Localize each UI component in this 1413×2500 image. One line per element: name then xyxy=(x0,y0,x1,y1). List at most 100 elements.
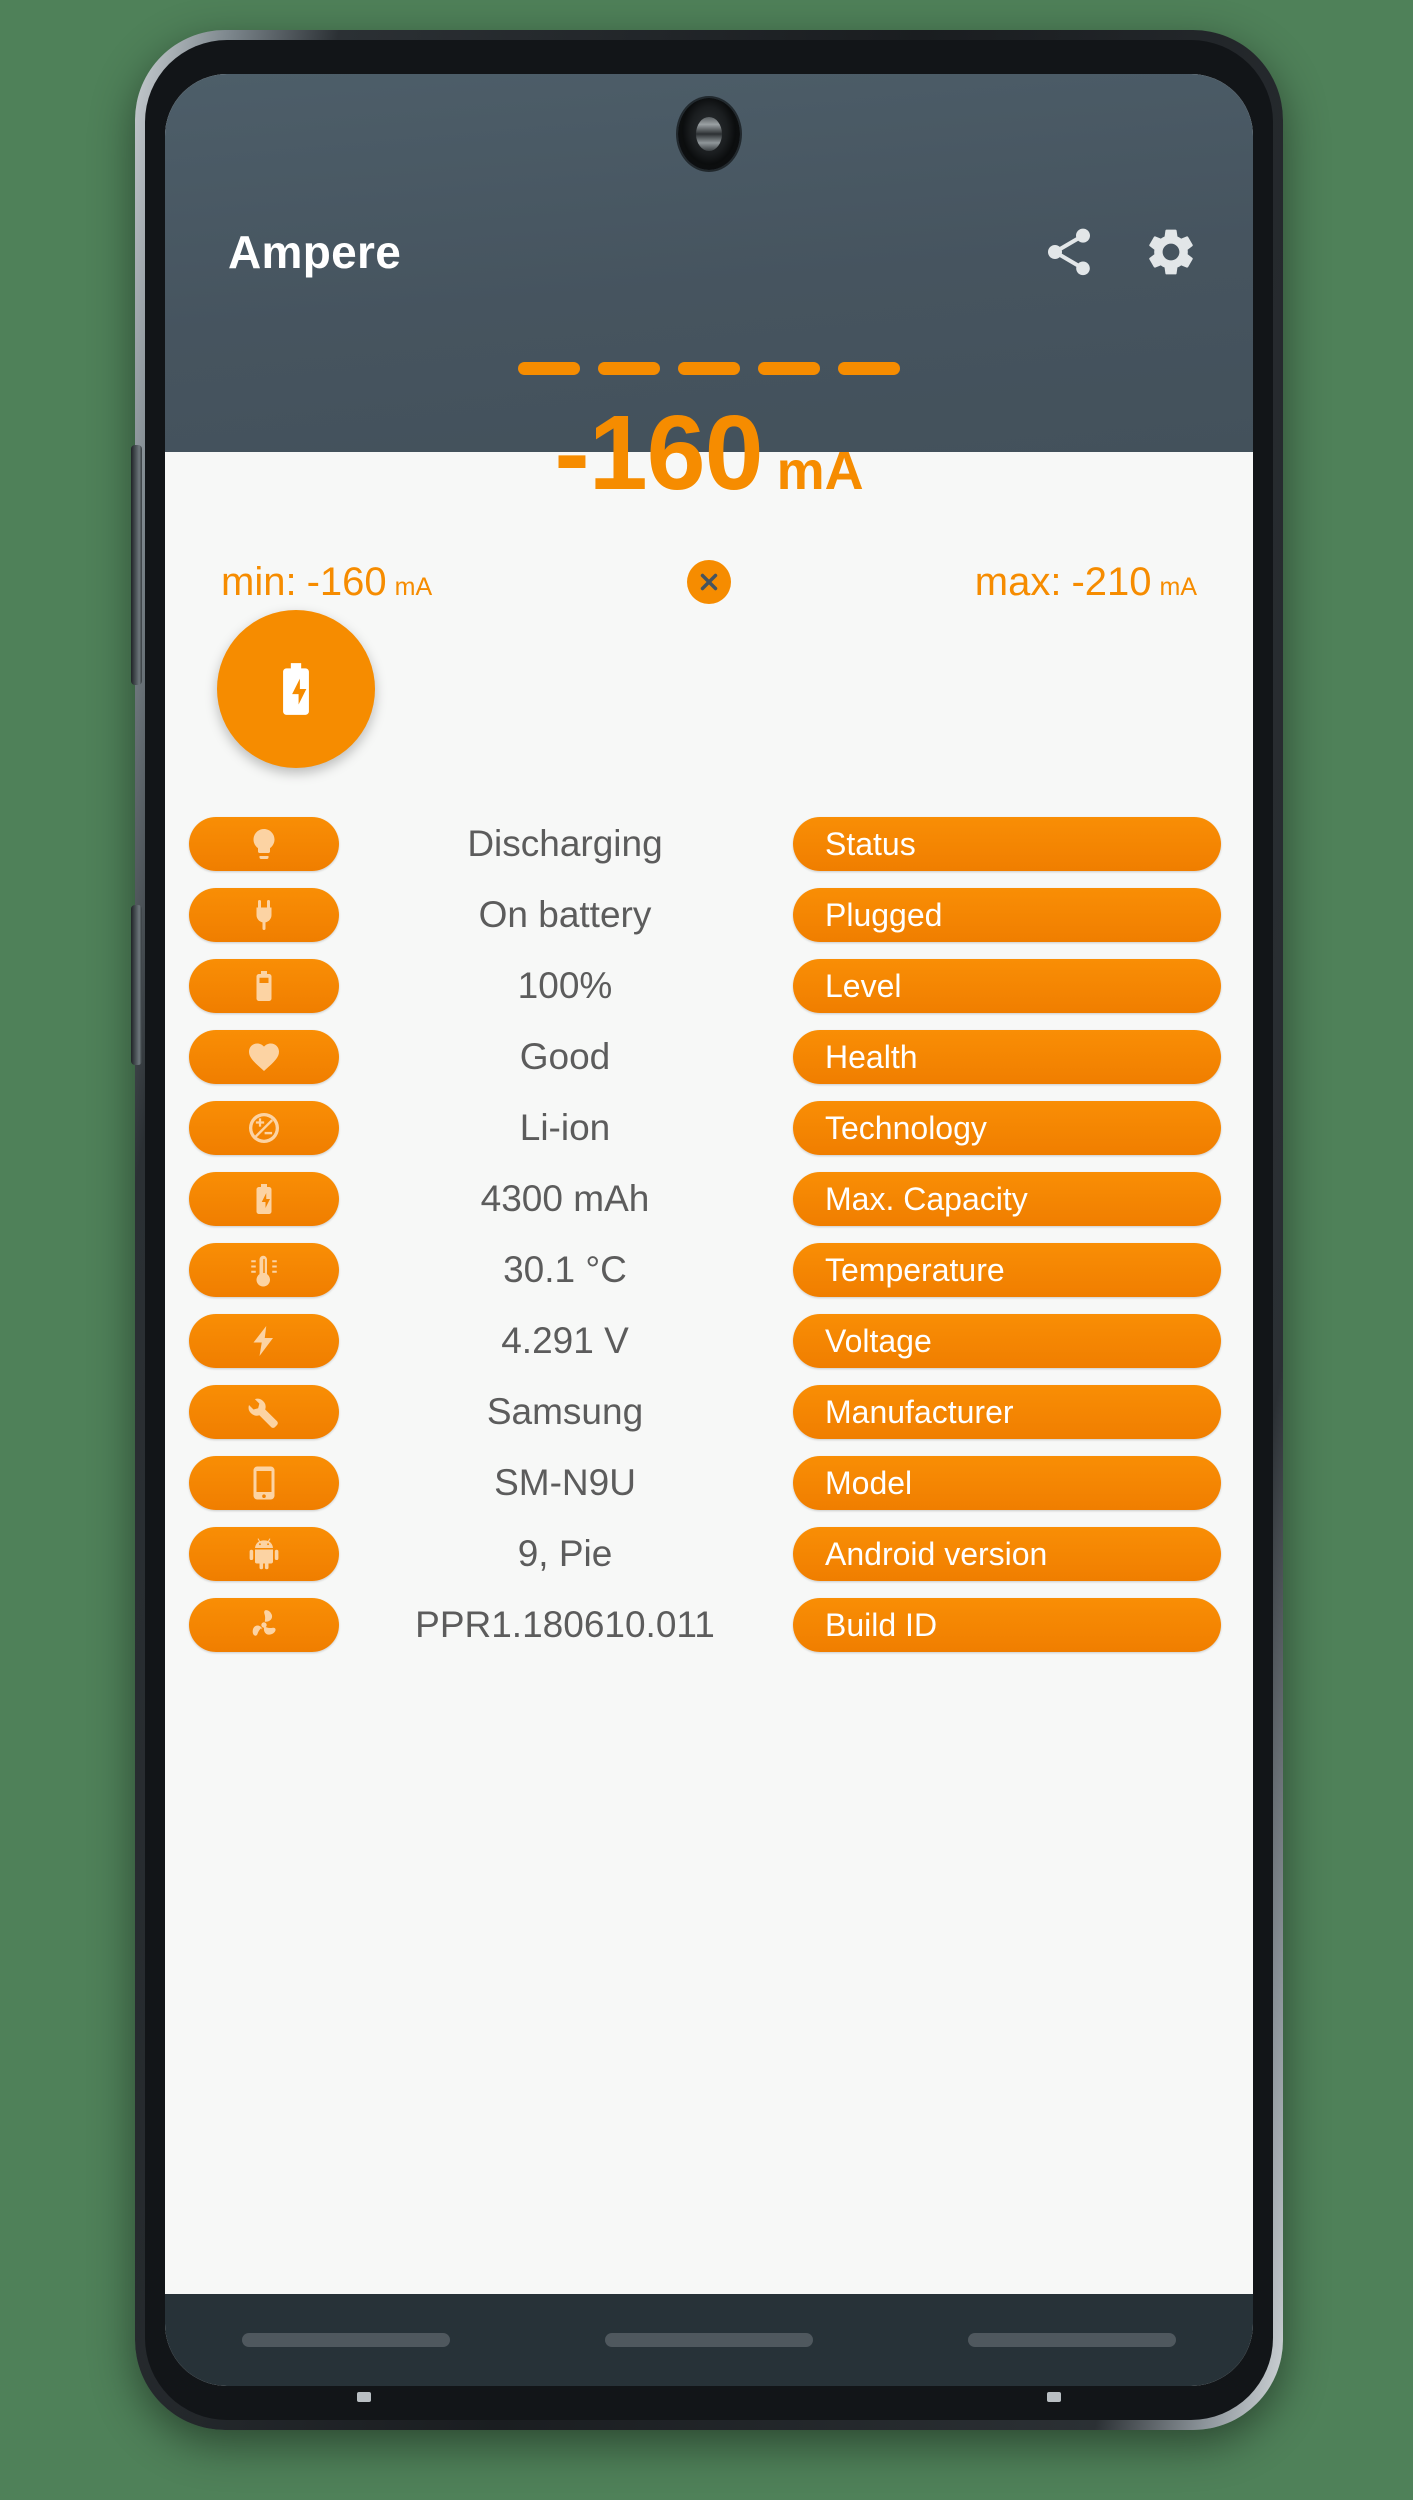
app-title: Ampere xyxy=(228,226,402,278)
battery-info-row: 4300 mAh Max. Capacity xyxy=(165,1169,1253,1229)
battery-info-row: On battery Plugged xyxy=(165,885,1253,945)
smartphone-icon xyxy=(253,1466,275,1500)
row-value: 30.1 °C xyxy=(503,1249,627,1290)
battery-info-row: 30.1 °C Temperature xyxy=(165,1240,1253,1300)
reset-minmax-button[interactable] xyxy=(687,560,731,604)
row-icon-pill[interactable] xyxy=(189,1527,339,1581)
min-max-row: min: -160 mA max: -210 mA xyxy=(165,552,1253,612)
lightning-bolt-icon xyxy=(253,1326,273,1356)
nav-back-button[interactable] xyxy=(242,2333,451,2347)
row-icon-pill[interactable] xyxy=(189,1172,339,1226)
battery-info-row: Li-ion Technology xyxy=(165,1098,1253,1158)
row-label-pill[interactable]: Status xyxy=(793,817,1221,871)
row-label: Build ID xyxy=(825,1606,938,1643)
row-label-pill[interactable]: Voltage xyxy=(793,1314,1221,1368)
nav-home-button[interactable] xyxy=(605,2333,813,2347)
header-actions xyxy=(1041,224,1199,280)
row-value: Samsung xyxy=(486,1391,644,1432)
row-icon-pill[interactable] xyxy=(189,888,339,942)
fan-icon xyxy=(252,1610,276,1636)
row-icon-pill[interactable] xyxy=(189,1456,339,1510)
gear-icon[interactable] xyxy=(1143,224,1199,280)
row-label-pill[interactable]: Build ID xyxy=(793,1598,1221,1652)
app-header: Ampere -160 mA min: -160 mA max: -210 mA xyxy=(165,74,1253,604)
min-label: min: xyxy=(221,559,297,604)
thermometer-icon xyxy=(251,1255,277,1287)
battery-info-row: Samsung Manufacturer xyxy=(165,1382,1253,1442)
row-label-pill[interactable]: Temperature xyxy=(793,1243,1221,1297)
row-value: Discharging xyxy=(467,823,663,864)
current-reading-value: -160 xyxy=(554,394,763,512)
row-label-pill[interactable]: Max. Capacity xyxy=(793,1172,1221,1226)
side-button-volume[interactable] xyxy=(131,445,142,685)
charge-dash xyxy=(758,362,820,375)
battery-info-row: 4.291 V Voltage xyxy=(165,1311,1253,1371)
max-reading: max: -210 mA xyxy=(731,560,1253,605)
side-button-power[interactable] xyxy=(131,905,142,1065)
row-icon-pill[interactable] xyxy=(189,1314,339,1368)
current-reading: -160 mA xyxy=(165,400,1253,518)
share-icon[interactable] xyxy=(1041,224,1097,280)
charge-dash xyxy=(838,362,900,375)
charge-dash xyxy=(678,362,740,375)
row-value: Li-ion xyxy=(519,1107,611,1148)
measure-fab-button[interactable] xyxy=(217,610,375,768)
row-value: 9, Pie xyxy=(517,1533,613,1574)
nav-recent-button[interactable] xyxy=(967,2333,1176,2347)
row-value: SM-N9U xyxy=(494,1462,636,1503)
row-label-pill[interactable]: Android version xyxy=(793,1527,1221,1581)
battery-info-row: Discharging Status xyxy=(165,814,1253,874)
row-label: Technology xyxy=(825,1109,987,1146)
plus-minus-circle-icon xyxy=(249,1113,279,1143)
row-label: Status xyxy=(825,825,916,862)
row-value: 100% xyxy=(517,965,613,1006)
row-label: Temperature xyxy=(825,1251,1005,1288)
row-icon-pill[interactable] xyxy=(189,817,339,871)
wrench-icon xyxy=(248,1398,278,1428)
battery-info-row: 100% Level xyxy=(165,956,1253,1016)
battery-bolt-icon xyxy=(256,1184,272,1214)
row-label-pill[interactable]: Technology xyxy=(793,1101,1221,1155)
row-label-pill[interactable]: Health xyxy=(793,1030,1221,1084)
battery-info-row: Good Health xyxy=(165,1027,1253,1087)
row-label: Manufacturer xyxy=(825,1393,1014,1430)
row-label-pill[interactable]: Manufacturer xyxy=(793,1385,1221,1439)
max-unit: mA xyxy=(1159,572,1198,601)
row-icon-pill[interactable] xyxy=(189,1030,339,1084)
min-reading: min: -160 mA xyxy=(165,560,687,605)
row-icon-pill[interactable] xyxy=(189,1385,339,1439)
row-icon-pill[interactable] xyxy=(189,1101,339,1155)
charge-dash xyxy=(598,362,660,375)
min-unit: mA xyxy=(394,572,433,601)
row-label: Health xyxy=(825,1038,918,1075)
row-value: On battery xyxy=(478,894,652,935)
row-icon-pill[interactable] xyxy=(189,1243,339,1297)
android-icon xyxy=(249,1538,279,1570)
row-label-pill[interactable]: Level xyxy=(793,959,1221,1013)
phone-screen: Ampere -160 mA min: -160 mA max: -210 mA… xyxy=(165,74,1253,2386)
row-icon-pill[interactable] xyxy=(189,959,339,1013)
frame-antenna-line-right xyxy=(1047,2392,1061,2402)
battery-info-list: Discharging Status On battery Plugged 100% Le… xyxy=(165,814,1253,1666)
row-label-pill[interactable]: Model xyxy=(793,1456,1221,1510)
charge-dash xyxy=(518,362,580,375)
battery-icon xyxy=(256,971,272,1001)
system-nav-bar xyxy=(165,2294,1253,2386)
row-label: Android version xyxy=(825,1535,1048,1572)
current-reading-unit: mA xyxy=(776,441,864,501)
phone-device: Ampere -160 mA min: -160 mA max: -210 mA… xyxy=(131,30,1283,2430)
battery-charging-icon xyxy=(283,663,309,715)
row-label: Model xyxy=(825,1464,913,1501)
row-value: 4.291 V xyxy=(501,1320,629,1361)
lightbulb-icon xyxy=(253,829,275,859)
row-value: 4300 mAh xyxy=(480,1178,650,1219)
front-camera-icon xyxy=(678,98,740,170)
row-label: Plugged xyxy=(825,896,943,933)
row-value: Good xyxy=(519,1036,611,1077)
row-icon-pill[interactable] xyxy=(189,1598,339,1652)
row-value: PPR1.180610.011 xyxy=(415,1604,715,1645)
battery-info-row: PPR1.180610.011 Build ID xyxy=(165,1595,1253,1655)
charge-dashes xyxy=(165,362,1253,375)
row-label-pill[interactable]: Plugged xyxy=(793,888,1221,942)
max-value: -210 xyxy=(1071,559,1152,604)
